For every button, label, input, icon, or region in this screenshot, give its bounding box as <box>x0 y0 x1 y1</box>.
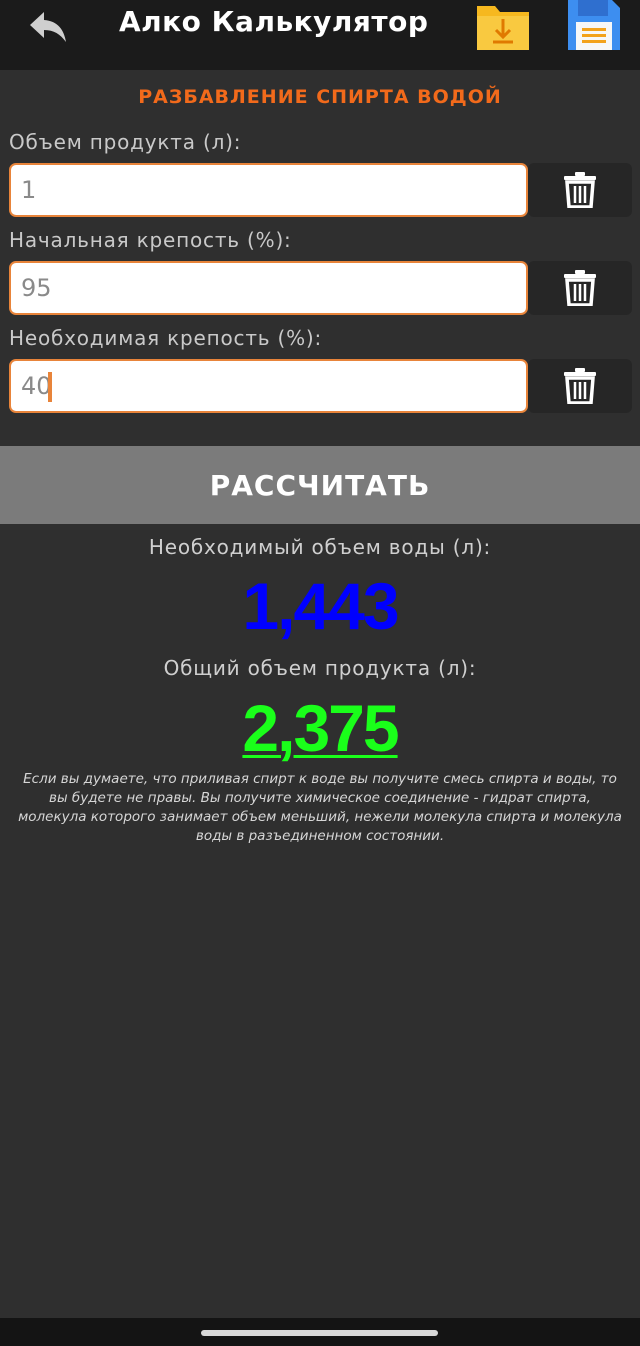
system-nav-bar <box>0 1318 640 1346</box>
app-bar: Алко Калькулятор <box>0 0 640 70</box>
trash-icon <box>564 270 596 306</box>
total-volume-value-container: 2,375 <box>0 690 640 766</box>
app-title: Алко Калькулятор <box>119 5 429 38</box>
water-volume-label: Необходимый объем воды (л): <box>148 535 492 559</box>
total-volume-value: 2,375 <box>242 691 399 765</box>
target-strength-label: Необходимая крепость (%): <box>9 326 323 350</box>
save-button[interactable] <box>566 0 622 52</box>
info-note: Если вы думаете, что приливая спирт к во… <box>18 771 622 844</box>
calculate-button[interactable]: РАССЧИТАТЬ <box>0 446 640 524</box>
back-button[interactable] <box>24 4 72 48</box>
home-indicator[interactable] <box>201 1330 438 1336</box>
clear-volume-button[interactable] <box>528 163 632 217</box>
load-button[interactable] <box>475 0 531 52</box>
trash-icon <box>564 368 596 404</box>
floppy-save-icon <box>568 0 620 50</box>
back-arrow-icon <box>30 12 66 42</box>
volume-label: Объем продукта (л): <box>9 130 242 154</box>
clear-initial-strength-button[interactable] <box>528 261 632 315</box>
total-volume-label: Общий объем продукта (л): <box>163 656 477 680</box>
folder-download-icon <box>477 6 529 50</box>
trash-icon <box>564 172 596 208</box>
target-strength-input[interactable] <box>9 359 528 413</box>
volume-input[interactable] <box>9 163 528 217</box>
text-caret <box>48 372 52 402</box>
section-title: РАЗБАВЛЕНИЕ СПИРТА ВОДОЙ <box>138 86 502 108</box>
clear-target-strength-button[interactable] <box>528 359 632 413</box>
water-volume-value: 1,443 <box>242 569 399 643</box>
initial-strength-input[interactable] <box>9 261 528 315</box>
initial-strength-label: Начальная крепость (%): <box>9 228 292 252</box>
